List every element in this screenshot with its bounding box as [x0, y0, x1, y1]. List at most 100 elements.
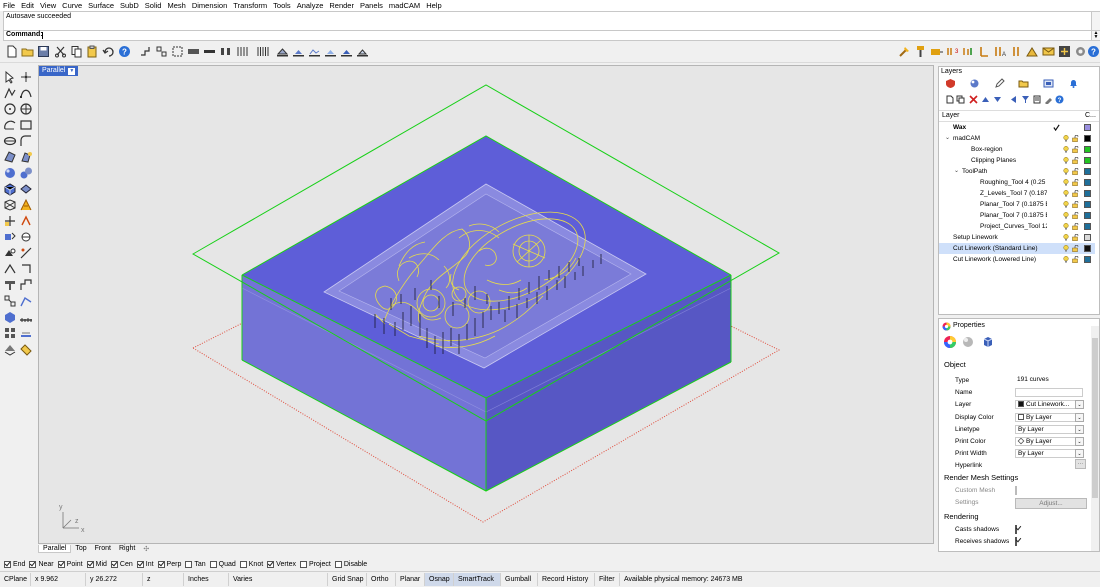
menu-surface[interactable]: Surface	[85, 0, 117, 11]
add-viewport-tab-icon[interactable]: ✣	[139, 545, 153, 553]
layer-row[interactable]: Box-region	[939, 144, 1095, 155]
layer-unlock-icon[interactable]	[1072, 157, 1079, 164]
mesh-icon[interactable]	[3, 198, 17, 212]
layer-color-swatch[interactable]	[1084, 135, 1091, 142]
select-arrow-icon[interactable]	[3, 70, 17, 84]
osnap-disable[interactable]: Disable	[334, 560, 367, 568]
analyze-icon[interactable]	[19, 246, 33, 260]
madcam-roughing-icon[interactable]: 3	[946, 45, 959, 58]
layer-color-swatch[interactable]	[1084, 124, 1091, 131]
help-icon[interactable]: ?	[118, 45, 131, 58]
osnap-vertex-checkbox[interactable]	[267, 560, 275, 568]
mirror-icon[interactable]	[19, 230, 33, 244]
menu-panels[interactable]: Panels	[357, 0, 386, 11]
render-icon[interactable]	[3, 310, 17, 324]
open-folder-icon[interactable]	[21, 45, 34, 58]
linetype-value[interactable]: By Layer	[1015, 424, 1083, 434]
fillet-curve-icon[interactable]	[19, 134, 33, 148]
surface-edge-icon[interactable]	[19, 150, 33, 164]
osnap-end[interactable]: End	[4, 560, 25, 568]
menu-subd[interactable]: SubD	[117, 0, 142, 11]
osnap-point[interactable]: Point	[57, 560, 83, 568]
madcam-zlevel-icon[interactable]	[962, 45, 975, 58]
command-history-spinner[interactable]: ▲ ▼	[1091, 30, 1100, 41]
madcam-tool-icon[interactable]	[914, 45, 927, 58]
layer-unlock-icon[interactable]	[1072, 223, 1079, 230]
osnap-project-checkbox[interactable]	[300, 560, 308, 568]
copy-icon[interactable]	[70, 45, 83, 58]
receives-shadows-checkbox[interactable]	[1015, 537, 1017, 546]
technical-icon[interactable]	[356, 45, 369, 58]
layer-name[interactable]: Setup Linework	[953, 232, 1047, 243]
text-icon[interactable]	[19, 262, 33, 276]
display-color-value[interactable]: By Layer	[1015, 412, 1083, 422]
move-layer-out-icon[interactable]	[1009, 95, 1018, 104]
command-history-scrollbar[interactable]	[1091, 11, 1100, 31]
point-icon[interactable]	[19, 70, 33, 84]
layer-chevron-down-icon[interactable]: ⌄	[1075, 400, 1084, 410]
osnap-int[interactable]: Int	[136, 560, 154, 568]
rotate-icon[interactable]	[19, 214, 33, 228]
subd-icon[interactable]	[19, 198, 33, 212]
circle-icon[interactable]	[3, 102, 17, 116]
layer-name[interactable]: Z_Levels_Tool 7 (0.1875 ...	[980, 188, 1047, 199]
layer-name[interactable]: Box-region	[971, 144, 1047, 155]
layer-row[interactable]: Cut Linework (Standard Line)	[939, 243, 1095, 254]
layer-row[interactable]: Cut Linework (Lowered Line)	[939, 254, 1095, 265]
menu-mesh[interactable]: Mesh	[164, 0, 188, 11]
madcam-project-icon[interactable]: A	[994, 45, 1007, 58]
layer-color-swatch[interactable]	[1084, 190, 1091, 197]
layer-help-icon[interactable]: ?	[1055, 95, 1064, 104]
layer-visible-bulb-icon[interactable]	[1063, 168, 1069, 175]
layer-unlock-icon[interactable]	[1072, 234, 1079, 241]
files-tab-folder-icon[interactable]	[1018, 78, 1029, 89]
layer-row[interactable]: Planar_Tool 7 (0.1875 Ba...	[939, 199, 1095, 210]
layer-color-swatch[interactable]	[1084, 223, 1091, 230]
madcam-planar-icon[interactable]	[978, 45, 991, 58]
osnap-tan-checkbox[interactable]	[185, 560, 193, 568]
layer-visible-bulb-icon[interactable]	[1063, 146, 1069, 153]
menu-render[interactable]: Render	[326, 0, 357, 11]
layer-name[interactable]: Project_Curves_Tool 12 (...	[980, 221, 1047, 232]
osnap-cen[interactable]: Cen	[110, 560, 133, 568]
menu-analyze[interactable]: Analyze	[294, 0, 327, 11]
viewport-layout-icon[interactable]	[236, 45, 249, 58]
layer-row[interactable]: Clipping Planes	[939, 155, 1095, 166]
layer-unlock-icon[interactable]	[1072, 168, 1079, 175]
madcam-help-icon[interactable]: ?	[1087, 45, 1100, 58]
print-width-chevron-down-icon[interactable]: ⌄	[1075, 449, 1084, 459]
adjust-mesh-button[interactable]: Adjust...	[1015, 498, 1087, 509]
print-color-chevron-down-icon[interactable]: ⌄	[1075, 437, 1084, 446]
history-icon[interactable]	[19, 326, 33, 340]
madcam-hammer-icon[interactable]	[898, 45, 911, 58]
layer-unlock-icon[interactable]	[1072, 201, 1079, 208]
casts-shadows-checkbox[interactable]	[1015, 525, 1017, 534]
hyperlink-browse-button[interactable]: ...	[1075, 459, 1086, 469]
layer-name[interactable]: Planar_Tool 7 (0.1875 Ba...	[980, 210, 1047, 221]
status-filter[interactable]: Filter	[595, 573, 620, 586]
layer-visible-bulb-icon[interactable]	[1063, 223, 1069, 230]
viewport-menu-chevron-icon[interactable]: ▼	[68, 67, 76, 75]
menu-tools[interactable]: Tools	[270, 0, 294, 11]
layer-row[interactable]: Wax	[939, 122, 1095, 133]
osnap-near[interactable]: Near	[29, 560, 54, 568]
status-osnap[interactable]: Osnap	[425, 573, 454, 586]
tab-front[interactable]: Front	[91, 545, 115, 552]
menu-view[interactable]: View	[37, 0, 59, 11]
script-icon[interactable]	[19, 342, 33, 356]
tab-top[interactable]: Top	[71, 545, 90, 552]
linetype-chevron-down-icon[interactable]: ⌄	[1075, 424, 1084, 434]
display-color-chevron-down-icon[interactable]: ⌄	[1075, 412, 1084, 422]
layer-color-swatch[interactable]	[1084, 146, 1091, 153]
group-icon[interactable]	[3, 246, 17, 260]
four-view-icon[interactable]	[256, 45, 269, 58]
arc-center-icon[interactable]	[3, 118, 17, 132]
layer-row[interactable]: Setup Linework	[939, 232, 1095, 243]
layer-tool-icon[interactable]	[3, 342, 17, 356]
madcam-post-icon[interactable]	[1042, 45, 1055, 58]
transform-move-icon[interactable]	[3, 214, 17, 228]
status-smarttrack[interactable]: SmartTrack	[454, 573, 501, 586]
menu-solid[interactable]: Solid	[142, 0, 165, 11]
layer-visible-bulb-icon[interactable]	[1063, 201, 1069, 208]
named-views-tab-icon[interactable]	[1043, 78, 1054, 89]
